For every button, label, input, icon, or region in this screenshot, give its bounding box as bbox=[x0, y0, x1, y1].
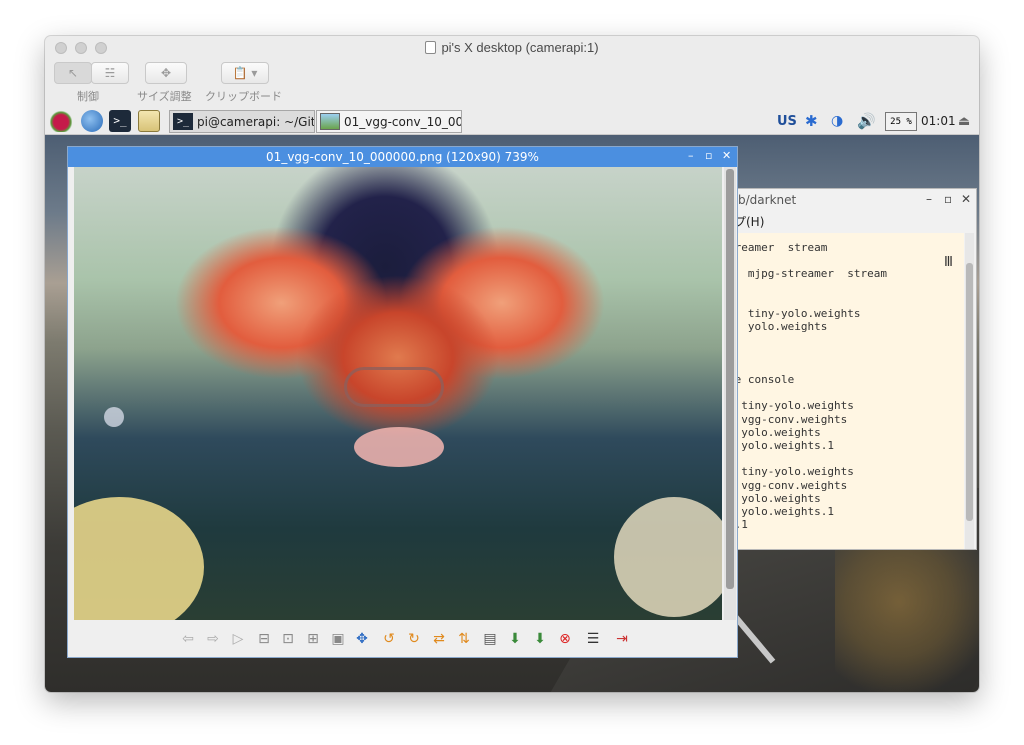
terminal-line: tiny-yolo.weights bbox=[728, 399, 854, 413]
zoom-out-icon[interactable]: ⊟ bbox=[254, 629, 274, 649]
task-terminal-label: pi@camerapi: ~/GitH... bbox=[197, 114, 314, 129]
terminal-line: s tiny-yolo.weights bbox=[728, 307, 861, 320]
file-manager-icon[interactable] bbox=[138, 110, 160, 132]
control-label: 制御 bbox=[77, 91, 99, 103]
rotate-left-icon[interactable]: ↺ bbox=[379, 629, 399, 649]
next-icon[interactable]: ⇨ bbox=[203, 629, 223, 649]
eject-icon[interactable]: ⏏ bbox=[958, 108, 970, 134]
clipboard-label: クリップボード bbox=[205, 91, 282, 103]
image-viewer-window: 01_vgg-conv_10_000000.png (120x90) 739% … bbox=[67, 146, 738, 658]
menu-help[interactable]: プ(H) bbox=[734, 215, 764, 229]
viewer-scrollbar[interactable] bbox=[724, 167, 736, 620]
terminal-scrollbar[interactable] bbox=[965, 233, 974, 549]
viewer-toolbar: ⇦ ⇨ ▷ ⊟ ⊡ ⊞ ▣ ✥ ↺ ↻ ⇄ ⇅ ▤ ⬇ ⬇ ⊗ ☰ ⇥ bbox=[68, 621, 737, 657]
document-icon bbox=[425, 41, 437, 54]
terminal-line: vgg-conv.weights bbox=[728, 478, 848, 492]
vnc-titlebar: pi's X desktop (camerapi:1) bbox=[45, 36, 979, 60]
close-icon[interactable]: ✕ bbox=[722, 149, 731, 162]
terminal-output[interactable]: treamer stream y mjpg-streamer stream s ti… bbox=[726, 233, 964, 549]
terminal-titlebar: b/darknet – ▫ ✕ bbox=[726, 189, 976, 211]
preferences-icon[interactable]: ☰ bbox=[583, 629, 603, 649]
terminal-icon: >_ bbox=[173, 113, 193, 130]
wallpaper-grass bbox=[835, 538, 979, 692]
cpu-monitor[interactable]: 25 % bbox=[885, 112, 917, 131]
terminal-window: b/darknet – ▫ ✕ プ(H) treamer stream y mjp… bbox=[725, 188, 977, 550]
wifi-icon[interactable]: ◑ bbox=[831, 108, 843, 134]
binoculars-button[interactable]: ☵ bbox=[91, 62, 129, 84]
flip-horizontal-icon[interactable]: ⇄ bbox=[429, 629, 449, 649]
bluetooth-icon[interactable]: ✱ bbox=[805, 108, 818, 134]
minimize-icon[interactable]: – bbox=[688, 149, 694, 162]
viewer-title: 01_vgg-conv_10_000000.png (120x90) 739% bbox=[266, 150, 539, 164]
zoom-fit-icon[interactable]: ⊡ bbox=[278, 629, 298, 649]
resize-label: サイズ調整 bbox=[137, 91, 192, 103]
task-image-viewer[interactable]: 01_vgg-conv_10_000... bbox=[316, 110, 462, 133]
terminal-line: y mjpg-streamer stream bbox=[728, 267, 887, 281]
original-size-icon[interactable]: ▣ bbox=[328, 629, 348, 649]
previous-icon[interactable]: ⇦ bbox=[178, 629, 198, 649]
save-as-icon[interactable]: ⬇ bbox=[530, 629, 550, 649]
vnc-window: pi's X desktop (camerapi:1) ↖ ☵ 制御 ✥ サイズ… bbox=[45, 36, 979, 692]
terminal-scroll-thumb[interactable] bbox=[966, 263, 973, 521]
task-terminal[interactable]: >_ pi@camerapi: ~/GitH... bbox=[169, 110, 315, 133]
maximize-icon[interactable]: ▫ bbox=[705, 149, 712, 162]
taskbar: >_ >_ pi@camerapi: ~/GitH... 01_vgg-conv… bbox=[45, 108, 979, 135]
terminal-line: yolo.weights.1 bbox=[728, 505, 834, 518]
zoom-in-icon[interactable]: ⊞ bbox=[303, 629, 323, 649]
exit-icon[interactable]: ⇥ bbox=[612, 629, 632, 649]
pi-desktop: >_ >_ pi@camerapi: ~/GitH... 01_vgg-conv… bbox=[45, 108, 979, 692]
window-title-text: pi's X desktop (camerapi:1) bbox=[441, 40, 599, 55]
play-icon[interactable]: ▷ bbox=[228, 629, 248, 649]
displayed-image bbox=[74, 167, 722, 620]
raspberry-menu-icon[interactable] bbox=[50, 110, 72, 132]
clipboard-button[interactable]: 📋 ▾ bbox=[221, 62, 269, 84]
delete-icon[interactable]: ⊗ bbox=[555, 629, 575, 649]
volume-icon[interactable]: 🔊 bbox=[857, 108, 876, 134]
terminal-icon[interactable]: >_ bbox=[109, 110, 131, 132]
terminal-line: yolo.weights bbox=[728, 491, 821, 505]
window-title: pi's X desktop (camerapi:1) bbox=[45, 40, 979, 55]
close-icon[interactable]: ✕ bbox=[961, 192, 971, 206]
terminal-line: yolo.weights.1 bbox=[728, 439, 834, 452]
terminal-line: treamer stream bbox=[728, 241, 828, 254]
viewer-scroll-thumb[interactable] bbox=[726, 169, 734, 589]
vnc-toolbar: ↖ ☵ 制御 ✥ サイズ調整 📋 ▾ クリップボード bbox=[45, 60, 979, 108]
terminal-line: yolo.weights bbox=[728, 425, 821, 439]
save-icon[interactable]: ⬇ bbox=[505, 629, 525, 649]
web-browser-icon[interactable] bbox=[81, 110, 103, 132]
viewer-titlebar: 01_vgg-conv_10_000000.png (120x90) 739% … bbox=[68, 147, 737, 167]
terminal-line: tiny-yolo.weights bbox=[728, 465, 854, 479]
minimize-icon[interactable]: – bbox=[926, 192, 932, 206]
resize-button[interactable]: ✥ bbox=[145, 62, 187, 84]
maximize-icon[interactable]: ▫ bbox=[944, 192, 952, 206]
terminal-line: yolo.weights bbox=[728, 320, 828, 334]
rotate-right-icon[interactable]: ↻ bbox=[404, 629, 424, 649]
image-region-glasses bbox=[344, 367, 444, 407]
fullscreen-icon[interactable]: ✥ bbox=[352, 629, 372, 649]
text-cursor-icon: Ⅲ bbox=[944, 255, 953, 270]
task-image-viewer-label: 01_vgg-conv_10_000... bbox=[344, 114, 461, 129]
open-file-icon[interactable]: ▤ bbox=[480, 629, 500, 649]
image-region-mouth bbox=[354, 427, 444, 467]
image-viewer-icon bbox=[320, 113, 340, 130]
terminal-title: b/darknet bbox=[738, 193, 797, 207]
terminal-line: vgg-conv.weights bbox=[728, 412, 848, 426]
clock[interactable]: 01:01 bbox=[921, 108, 956, 134]
flip-vertical-icon[interactable]: ⇅ bbox=[454, 629, 474, 649]
image-region-arm bbox=[74, 497, 204, 620]
image-region-hand bbox=[614, 497, 722, 617]
pointer-button[interactable]: ↖ bbox=[54, 62, 92, 84]
image-region-highlight bbox=[104, 407, 124, 427]
keyboard-layout[interactable]: US bbox=[777, 108, 797, 134]
terminal-menubar: プ(H) bbox=[726, 211, 976, 231]
